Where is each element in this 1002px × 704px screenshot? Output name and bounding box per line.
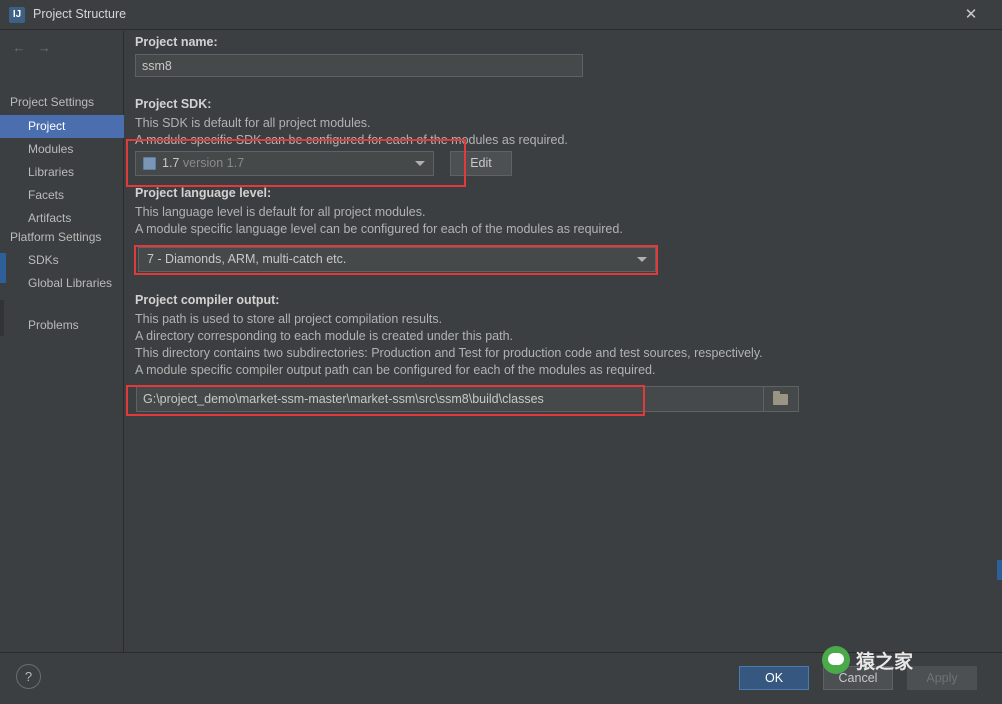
chevron-down-icon-language [637,257,647,262]
sidebar-item-global-libraries[interactable]: Global Libraries [0,272,124,295]
compiler-output-label: Project compiler output: [135,293,280,307]
edit-sdk-button[interactable]: Edit [450,151,512,176]
sidebar: ← → Project Settings Platform Settings P… [0,31,124,683]
sidebar-item-sdks[interactable]: SDKs [0,249,124,272]
left-edge-accent [0,253,6,283]
compiler-output-desc-4: A module specific compiler output path c… [135,363,656,377]
chevron-down-icon [415,161,425,166]
folder-icon [773,391,788,405]
left-edge-accent-secondary [0,300,4,336]
right-edge-scroll-indicator[interactable] [997,560,1002,580]
project-sdk-dropdown[interactable]: 1.7 version 1.7 [135,151,434,176]
project-settings-panel: Project name: Project SDK: This SDK is d… [125,31,1002,652]
language-level-selected: 7 - Diamonds, ARM, multi-catch etc. [147,252,347,266]
sidebar-group-project-settings: Project Settings [10,95,95,109]
project-structure-dialog: IJ Project Structure ✕ ← → Project Setti… [0,0,1002,704]
forward-arrow-icon[interactable]: → [33,39,55,57]
sidebar-item-artifacts[interactable]: Artifacts [0,207,124,230]
watermark-text: 猿之家 [856,652,914,673]
close-icon[interactable]: ✕ [962,6,980,24]
compiler-output-desc-3: This directory contains two subdirectori… [135,346,763,360]
compiler-output-input[interactable] [136,386,796,412]
app-icon: IJ [9,7,25,23]
compiler-output-desc-1: This path is used to store all project c… [135,312,443,326]
project-sdk-version: version 1.7 [182,156,245,170]
project-name-label: Project name: [135,35,218,49]
language-level-label: Project language level: [135,186,272,200]
sidebar-item-facets[interactable]: Facets [0,184,124,207]
watermark: 猿之家 [822,644,992,678]
sidebar-item-project[interactable]: Project [0,115,124,138]
wechat-icon [822,646,850,674]
project-name-input[interactable] [135,54,583,77]
title-bar: IJ Project Structure ✕ [0,0,1002,30]
nav-arrows: ← → [8,39,68,57]
back-arrow-icon[interactable]: ← [8,39,30,57]
sdk-icon [143,157,156,170]
sidebar-group-platform-settings: Platform Settings [10,230,102,244]
compiler-output-browse-button[interactable] [763,386,799,412]
help-button[interactable]: ? [16,664,41,689]
project-sdk-label: Project SDK: [135,97,212,111]
ok-button[interactable]: OK [739,666,809,690]
sidebar-item-problems[interactable]: Problems [0,314,124,337]
project-sdk-desc-1: This SDK is default for all project modu… [135,116,371,130]
project-sdk-selected: 1.7 [162,156,180,170]
language-level-dropdown[interactable]: 7 - Diamonds, ARM, multi-catch etc. [138,247,656,272]
sidebar-item-modules[interactable]: Modules [0,138,124,161]
project-sdk-desc-2: A module specific SDK can be configured … [135,133,568,147]
sidebar-item-libraries[interactable]: Libraries [0,161,124,184]
language-level-desc-2: A module specific language level can be … [135,222,623,236]
language-level-desc-1: This language level is default for all p… [135,205,426,219]
compiler-output-desc-2: A directory corresponding to each module… [135,329,513,343]
window-title: Project Structure [33,7,127,21]
